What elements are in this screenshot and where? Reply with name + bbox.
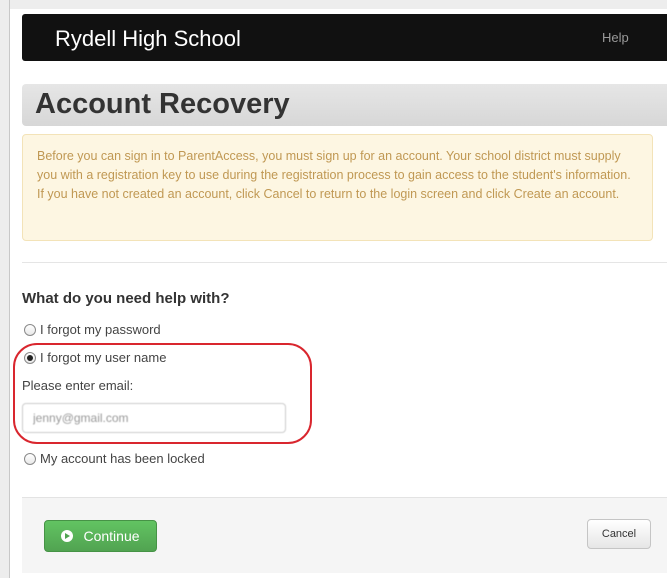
divider: [22, 262, 667, 263]
option-label: I forgot my user name: [40, 350, 167, 365]
option-account-locked[interactable]: My account has been locked: [24, 451, 205, 466]
email-label: Please enter email:: [22, 378, 134, 393]
email-input[interactable]: [22, 403, 286, 433]
option-label: My account has been locked: [40, 451, 205, 466]
continue-label: Continue: [83, 528, 140, 544]
radio-account-locked[interactable]: [24, 452, 36, 465]
window-frame-top: [0, 0, 667, 9]
radio-forgot-username[interactable]: [24, 351, 36, 364]
page-title-bar: Account Recovery: [22, 84, 667, 126]
window-frame-left: [0, 0, 10, 578]
page-title: Account Recovery: [35, 88, 290, 120]
top-navbar: Rydell High School Help: [22, 14, 667, 61]
continue-button[interactable]: Continue: [44, 520, 157, 552]
play-circle-icon: [61, 530, 74, 542]
option-forgot-password[interactable]: I forgot my password: [24, 322, 161, 337]
brand-title[interactable]: Rydell High School: [55, 26, 241, 52]
cancel-button[interactable]: Cancel: [587, 519, 651, 549]
option-label: I forgot my password: [40, 322, 161, 337]
radio-forgot-password[interactable]: [24, 323, 36, 336]
info-alert: Before you can sign in to ParentAccess, …: [22, 134, 653, 241]
option-forgot-username[interactable]: I forgot my user name: [24, 350, 166, 365]
help-question-heading: What do you need help with?: [22, 290, 230, 307]
form-footer: Continue Cancel: [22, 497, 667, 573]
help-link[interactable]: Help: [602, 30, 629, 45]
